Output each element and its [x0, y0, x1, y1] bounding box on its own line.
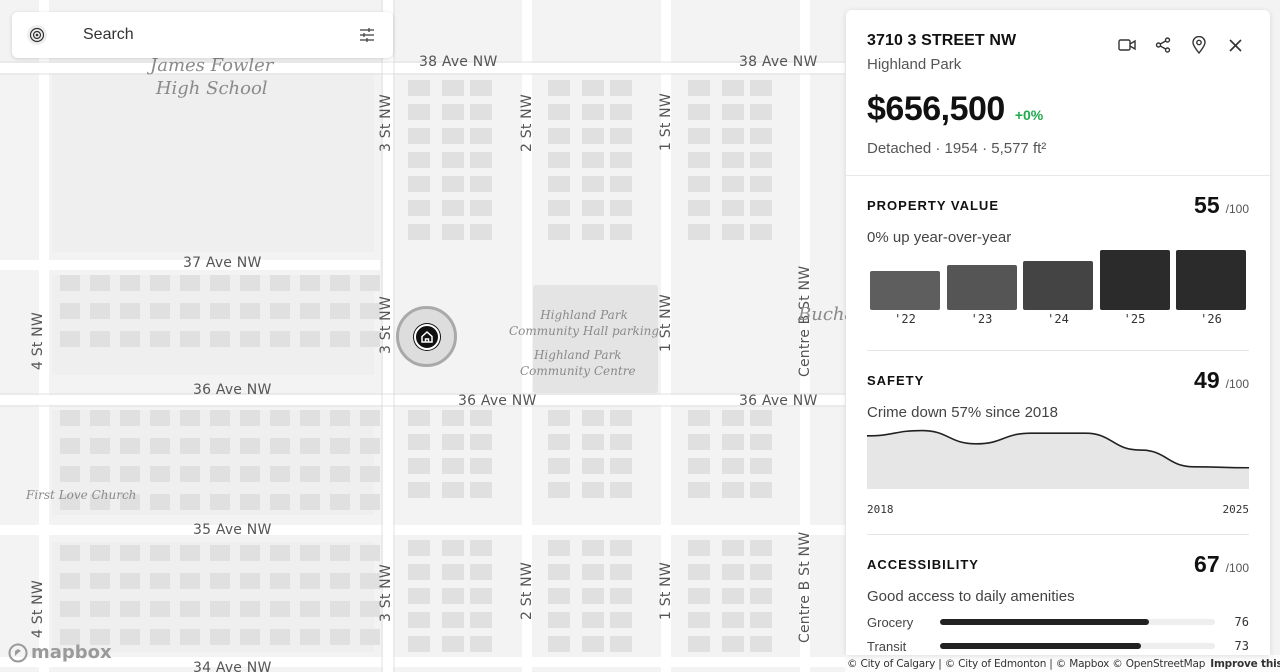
street-label: 3 St NW — [378, 564, 394, 622]
section-title: SAFETY — [867, 373, 925, 388]
price-change: +0% — [1014, 107, 1044, 123]
value-bar-fill — [946, 265, 1017, 310]
target-icon[interactable] — [24, 22, 50, 48]
safety-section: SAFETY 49 /100 Crime down 57% since 2018… — [867, 367, 1250, 523]
filter-sliders-icon[interactable] — [357, 25, 377, 45]
score-value: 67 — [1194, 551, 1220, 577]
section-title: PROPERTY VALUE — [867, 198, 999, 213]
location-pin-icon[interactable] — [1190, 36, 1208, 54]
street-label: 34 Ave NW — [193, 660, 272, 672]
value-bar — [1023, 261, 1093, 310]
street-label: 2 St NW — [519, 562, 535, 620]
poi-church-label: First Love Church — [26, 488, 137, 502]
access-label: Transit — [867, 638, 907, 654]
street-label: 36 Ave NW — [739, 393, 818, 409]
mapbox-logo-text: mapbox — [31, 642, 112, 663]
property-marker[interactable] — [396, 306, 457, 367]
value-bar-label: '22 — [894, 312, 916, 326]
accessibility-section: ACCESSIBILITY 67 /100 Good access to dai… — [867, 551, 1249, 655]
access-label: Grocery — [867, 614, 914, 630]
value-bar-chart: '22 '23 '24 '25 '26 — [870, 248, 1248, 328]
value-bar-label: '23 — [970, 312, 993, 326]
street-label: 35 Ave NW — [193, 522, 272, 538]
value-bar-label: '26 — [1200, 312, 1222, 326]
panel-header: 3710 3 STREET NW Highland Park — [867, 32, 1016, 73]
attribution-text[interactable]: © City of Calgary | © City of Edmonton |… — [847, 658, 1205, 670]
value-bar-fill — [1023, 261, 1093, 310]
value-bar — [1099, 250, 1170, 310]
poi-school-label: James Fowler High School — [150, 55, 274, 99]
street-label: 36 Ave NW — [458, 393, 537, 409]
street-label: 4 St NW — [30, 312, 46, 370]
mapbox-logo: mapbox — [8, 642, 112, 663]
share-icon[interactable] — [1154, 36, 1172, 54]
section-title: ACCESSIBILITY — [867, 557, 979, 572]
price-row: $656,500 +0% — [867, 90, 1043, 129]
access-row-transit: Transit 73 — [867, 636, 1249, 655]
property-price: $656,500 — [867, 90, 1005, 128]
property-address: 3710 3 STREET NW — [867, 32, 1017, 49]
section-description: 0% up year-over-year — [867, 229, 1012, 246]
close-icon[interactable] — [1226, 36, 1244, 54]
section-description: Crime down 57% since 2018 — [867, 404, 1058, 421]
access-value: 76 — [1234, 615, 1249, 629]
video-icon[interactable] — [1118, 36, 1136, 54]
street-label: 3 St NW — [378, 296, 394, 354]
improve-map-link[interactable]: Improve this map — [1210, 658, 1280, 670]
panel-actions — [1118, 36, 1244, 54]
value-bar — [1176, 250, 1246, 310]
divider — [867, 350, 1249, 351]
map-attribution: © City of Calgary | © City of Edmonton |… — [845, 655, 1280, 672]
value-bar-fill — [1176, 250, 1246, 310]
street-label: 1 St NW — [658, 294, 674, 352]
access-track — [940, 619, 1215, 625]
home-icon — [413, 323, 440, 350]
value-bar — [870, 271, 940, 310]
score-max: /100 — [1225, 377, 1249, 391]
access-fill — [940, 643, 1141, 649]
score-max: /100 — [1225, 202, 1249, 216]
divider — [867, 534, 1249, 535]
street-label: 37 Ave NW — [183, 255, 262, 271]
access-fill — [940, 619, 1149, 625]
value-bar-label: '25 — [1123, 312, 1146, 326]
property-details: Detached · 1954 · 5,577 ft² — [867, 140, 1047, 157]
value-bar — [946, 265, 1017, 310]
score-max: /100 — [1225, 561, 1249, 575]
poi-hall-label: Highland Park Community Hall parking — [509, 308, 660, 338]
axis-end-label: 2025 — [1222, 503, 1250, 516]
access-track — [940, 643, 1215, 649]
poi-centre-label: Highland Park Community Centre — [520, 348, 636, 378]
neighbourhood-name: Highland Park — [867, 56, 962, 73]
value-bar-fill — [870, 271, 940, 310]
score: 49 /100 — [1194, 367, 1249, 394]
section-description: Good access to daily amenities — [867, 588, 1075, 605]
street-label: 2 St NW — [519, 94, 535, 152]
safety-area-chart — [867, 429, 1249, 489]
street-label: 38 Ave NW — [419, 54, 498, 70]
divider — [846, 175, 1270, 176]
street-label: 1 St NW — [658, 93, 674, 151]
score: 55 /100 — [1194, 192, 1249, 219]
value-bar-fill — [1099, 250, 1170, 310]
street-label: 38 Ave NW — [739, 54, 818, 70]
safety-area-fill — [867, 430, 1249, 489]
street-label: 36 Ave NW — [193, 382, 272, 398]
property-panel: 3710 3 STREET NW Highland Park $656,500 … — [846, 10, 1270, 655]
access-row-grocery: Grocery 76 — [867, 612, 1249, 632]
search-input[interactable]: Search — [83, 26, 357, 44]
value-bar-label: '24 — [1047, 312, 1069, 326]
access-value: 73 — [1234, 639, 1249, 653]
axis-start-label: 2018 — [867, 503, 894, 516]
score-value: 55 — [1194, 192, 1220, 218]
score: 67 /100 — [1194, 551, 1249, 578]
property-value-section: PROPERTY VALUE 55 /100 0% up year-over-y… — [867, 192, 1249, 348]
street-label: 3 St NW — [378, 94, 394, 152]
street-label: 1 St NW — [658, 562, 674, 620]
street-label: 4 St NW — [30, 580, 46, 638]
search-bar[interactable]: Search — [12, 12, 393, 58]
street-label: Centre B St NW — [797, 531, 813, 643]
score-value: 49 — [1194, 367, 1220, 393]
mapbox-logo-icon — [8, 643, 28, 662]
